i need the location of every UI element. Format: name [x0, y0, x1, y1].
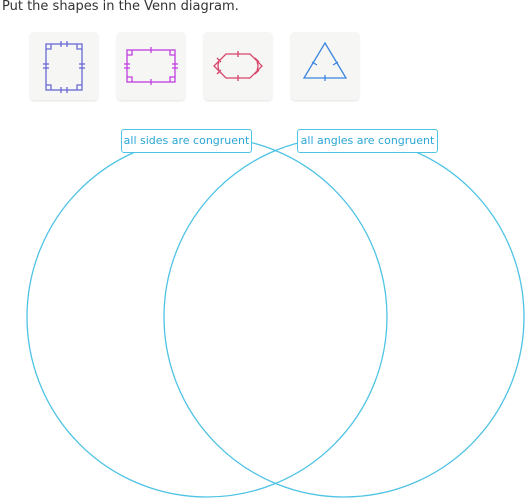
venn-label-left: all sides are congruent: [121, 129, 252, 153]
venn-circle-right[interactable]: [163, 136, 525, 498]
venn-diagram[interactable]: [0, 0, 526, 500]
venn-circle-left[interactable]: [26, 136, 388, 498]
venn-label-right: all angles are congruent: [297, 129, 438, 153]
